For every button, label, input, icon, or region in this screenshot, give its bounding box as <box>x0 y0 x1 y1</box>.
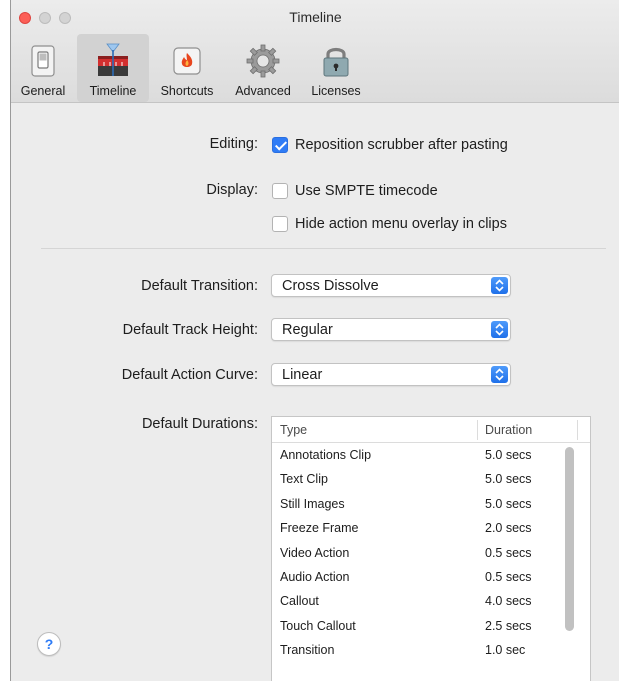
cell-type: Transition <box>280 643 335 658</box>
gear-icon <box>246 44 280 78</box>
table-row[interactable]: Still Images 5.0 secs <box>272 493 590 517</box>
cell-duration: 5.0 secs <box>485 496 532 511</box>
title-bar: Timeline General Timeline Shortcuts Adva… <box>11 0 619 103</box>
cell-type: Audio Action <box>280 569 350 584</box>
default-track-height-popup[interactable]: Regular <box>271 318 511 341</box>
section-divider <box>41 248 606 249</box>
table-row[interactable]: Annotations Clip 5.0 secs <box>272 444 590 468</box>
checkbox-unchecked[interactable] <box>272 183 288 199</box>
table-row[interactable]: Touch Callout 2.5 secs <box>272 615 590 639</box>
toolbar-label-shortcuts: Shortcuts <box>160 84 214 98</box>
reposition-scrubber-checkbox[interactable]: Reposition scrubber after pasting <box>272 135 508 155</box>
hide-action-menu-label: Hide action menu overlay in clips <box>295 216 507 232</box>
cell-type: Callout <box>280 594 319 609</box>
table-header: Type Duration <box>272 417 590 443</box>
cell-duration: 5.0 secs <box>485 472 532 487</box>
cell-type: Video Action <box>280 545 350 560</box>
toolbar-label-timeline: Timeline <box>89 84 137 98</box>
toolbar-label-licenses: Licenses <box>311 84 361 98</box>
hide-action-menu-checkbox[interactable]: Hide action menu overlay in clips <box>272 214 507 234</box>
default-durations-table[interactable]: Type Duration Annotations Clip 5.0 secs … <box>271 416 591 681</box>
table-row[interactable]: Freeze Frame 2.0 secs <box>272 517 590 541</box>
default-transition-popup[interactable]: Cross Dissolve <box>271 274 511 297</box>
chevron-updown-icon <box>491 277 508 294</box>
cell-duration: 4.0 secs <box>485 594 532 609</box>
toolbar-item-shortcuts[interactable]: Shortcuts <box>151 34 223 102</box>
toolbar-label-general: General <box>20 84 66 98</box>
cell-duration: 5.0 secs <box>485 448 532 462</box>
cell-type: Text Clip <box>280 472 328 487</box>
checkbox-unchecked[interactable] <box>272 216 288 232</box>
cell-type: Still Images <box>280 496 345 511</box>
display-label: Display: <box>206 182 258 198</box>
cell-duration: 0.5 secs <box>485 569 532 584</box>
default-transition-label: Default Transition: <box>141 278 258 294</box>
toolbar-item-general[interactable]: General <box>11 34 75 102</box>
toolbar-item-advanced[interactable]: Advanced <box>227 34 299 102</box>
table-row[interactable]: Transition 1.0 sec <box>272 639 590 663</box>
table-row[interactable]: Callout 4.0 secs <box>272 590 590 614</box>
default-action-curve-label: Default Action Curve: <box>121 367 258 383</box>
default-track-height-value: Regular <box>282 322 333 338</box>
table-scrollbar[interactable] <box>565 447 576 631</box>
cell-duration: 1.0 sec <box>485 643 526 658</box>
cell-type: Freeze Frame <box>280 521 359 536</box>
cell-duration: 2.0 secs <box>485 521 532 536</box>
toolbar-label-advanced: Advanced <box>235 84 291 98</box>
lock-icon <box>323 47 349 77</box>
default-transition-value: Cross Dissolve <box>282 278 379 294</box>
smpte-timecode-checkbox[interactable]: Use SMPTE timecode <box>272 181 438 201</box>
preferences-window: Timeline General Timeline Shortcuts Adva… <box>10 0 619 681</box>
smpte-timecode-label: Use SMPTE timecode <box>295 183 438 199</box>
cell-duration: 2.5 secs <box>485 618 532 633</box>
column-divider <box>477 420 478 440</box>
switch-icon <box>31 45 55 77</box>
default-durations-label: Default Durations: <box>141 416 258 432</box>
cell-duration: 0.5 secs <box>485 545 532 560</box>
window-title: Timeline <box>289 9 342 25</box>
chevron-updown-icon <box>491 321 508 338</box>
toolbar-item-licenses[interactable]: Licenses <box>301 34 371 102</box>
default-action-curve-value: Linear <box>282 367 323 383</box>
toolbar-item-timeline[interactable]: Timeline <box>77 34 149 102</box>
table-body: Annotations Clip 5.0 secs Text Clip 5.0 … <box>272 444 590 664</box>
help-button[interactable]: ? <box>37 632 61 656</box>
default-action-curve-popup[interactable]: Linear <box>271 363 511 386</box>
scrollbar-thumb[interactable] <box>565 447 574 631</box>
table-row[interactable]: Text Clip 5.0 secs <box>272 468 590 492</box>
column-header-duration[interactable]: Duration <box>485 423 532 437</box>
cell-type: Annotations Clip <box>280 448 372 462</box>
column-divider <box>577 420 578 440</box>
default-track-height-label: Default Track Height: <box>122 322 258 338</box>
column-header-type[interactable]: Type <box>280 423 307 437</box>
table-row[interactable]: Video Action 0.5 secs <box>272 542 590 566</box>
timeline-icon <box>98 43 128 76</box>
cell-type: Touch Callout <box>280 618 356 633</box>
checkbox-checked[interactable] <box>272 137 288 153</box>
chevron-updown-icon <box>491 366 508 383</box>
flame-icon <box>173 47 201 75</box>
table-row[interactable]: Audio Action 0.5 secs <box>272 566 590 590</box>
editing-label: Editing: <box>209 136 258 152</box>
reposition-scrubber-label: Reposition scrubber after pasting <box>295 137 508 153</box>
